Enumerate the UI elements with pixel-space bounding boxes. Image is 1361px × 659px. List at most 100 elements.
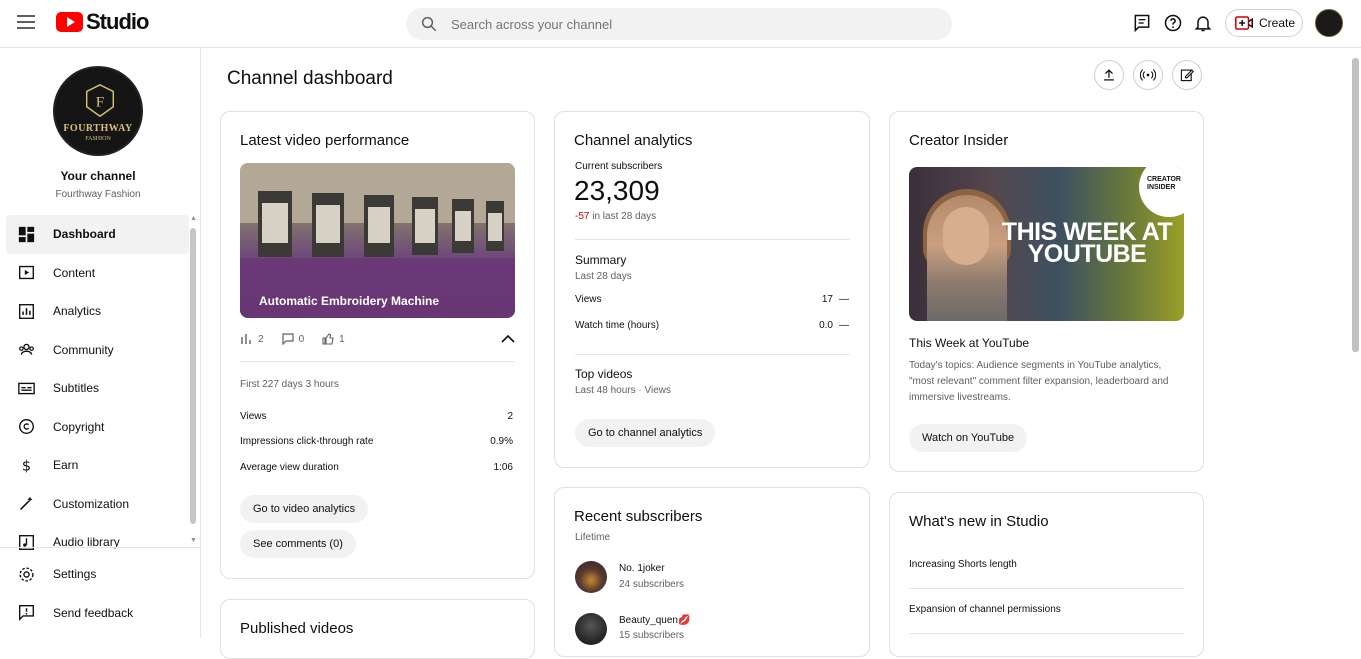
- sidebar-item-label: Dashboard: [53, 227, 116, 242]
- sidebar-item-content[interactable]: Content: [6, 254, 189, 293]
- subscriber-name[interactable]: No. 1joker: [619, 563, 665, 574]
- channel-avatar[interactable]: F FOURTHWAY FASHION: [53, 66, 143, 156]
- sidebar-item-label: Send feedback: [53, 605, 134, 620]
- menu-icon[interactable]: [17, 15, 35, 29]
- creator-insider-badge: CREATOR INSIDER: [1139, 167, 1184, 217]
- channel-crest-icon: F: [85, 84, 115, 118]
- current-subscribers-label: Current subscribers: [575, 161, 663, 172]
- insider-video-title[interactable]: This Week at YouTube: [909, 336, 1029, 350]
- community-icon: [16, 340, 36, 360]
- latest-video-card: Latest video performance Automatic Embro…: [220, 111, 535, 579]
- sidebar-nav: Dashboard Content Analytics Community Su…: [6, 215, 189, 562]
- search-input[interactable]: [451, 16, 921, 32]
- whats-new-item[interactable]: Expansion of channel permissions: [909, 604, 1061, 615]
- sidebar-item-label: Copyright: [53, 419, 105, 434]
- performance-period: First 227 days 3 hours: [240, 379, 339, 390]
- metric-label: Average view duration: [240, 462, 339, 473]
- sidebar-item-subtitles[interactable]: Subtitles: [6, 369, 189, 408]
- sidebar-bottom-nav: Settings Send feedback: [6, 555, 189, 632]
- copyright-icon: [16, 417, 36, 437]
- views-count: 2: [258, 333, 264, 345]
- sidebar-item-dashboard[interactable]: Dashboard: [6, 215, 189, 254]
- studio-logo[interactable]: Studio: [56, 9, 149, 34]
- divider: [240, 361, 515, 362]
- subtitles-icon: [16, 378, 36, 398]
- subscriber-avatar[interactable]: [575, 561, 607, 593]
- whats-new-item[interactable]: Increasing Shorts length: [909, 559, 1017, 570]
- subscriber-count-label: 24 subscribers: [619, 579, 685, 590]
- page-scrollbar[interactable]: [1352, 58, 1359, 352]
- content-icon: [16, 263, 36, 283]
- metric-value: 0.0: [819, 320, 833, 331]
- metric-label: Watch time (hours): [575, 320, 660, 331]
- live-broadcast-icon: [1140, 69, 1156, 81]
- settings-icon: [16, 564, 36, 584]
- sidebar-item-label: Earn: [53, 458, 79, 473]
- sidebar-item-settings[interactable]: Settings: [6, 555, 189, 594]
- edit-icon: [1180, 69, 1194, 82]
- comments-icon[interactable]: [1132, 13, 1152, 33]
- metric-label: Impressions click-through rate: [240, 436, 374, 447]
- badge-text: CREATOR INSIDER: [1147, 176, 1181, 191]
- top-videos-title: Top videos: [575, 367, 633, 381]
- like-icon: [322, 333, 334, 345]
- subscriber-count: 23,309: [574, 175, 660, 206]
- scroll-up-arrow-icon[interactable]: ▲: [190, 215, 197, 222]
- feedback-icon: [16, 603, 36, 623]
- sidebar-scrollbar[interactable]: [190, 228, 196, 524]
- sidebar-item-label: Customization: [53, 496, 130, 511]
- see-comments-button[interactable]: See comments (0): [240, 530, 356, 558]
- channel-logo-subtext: FASHION: [85, 136, 111, 142]
- upload-icon: [1104, 69, 1114, 81]
- account-avatar[interactable]: [1315, 9, 1343, 37]
- video-thumbnail[interactable]: Automatic Embroidery Machine: [240, 163, 515, 318]
- create-video-icon: [1235, 16, 1253, 30]
- metric-value: 2: [507, 411, 513, 422]
- channel-analytics-card: Channel analytics Current subscribers 23…: [554, 111, 870, 468]
- watch-on-youtube-button[interactable]: Watch on YouTube: [909, 424, 1028, 452]
- views-bar-icon: [241, 334, 251, 344]
- metric-trend: —: [839, 294, 849, 305]
- sidebar-item-analytics[interactable]: Analytics: [6, 292, 189, 331]
- go-live-button[interactable]: [1133, 60, 1163, 90]
- youtube-play-icon: [56, 12, 83, 32]
- sidebar-item-earn[interactable]: $ Earn: [6, 446, 189, 485]
- metric-label: Views: [575, 294, 602, 305]
- divider: [909, 633, 1184, 634]
- go-to-channel-analytics-button[interactable]: Go to channel analytics: [575, 419, 716, 447]
- sidebar-item-customization[interactable]: Customization: [6, 485, 189, 524]
- chevron-up-icon[interactable]: [501, 334, 515, 344]
- subscriber-avatar[interactable]: [575, 613, 607, 645]
- creator-insider-thumbnail[interactable]: THIS WEEK AT YOUTUBE CREATOR INSIDER: [909, 167, 1184, 321]
- sidebar-divider: [0, 547, 200, 548]
- create-label: Create: [1259, 16, 1296, 30]
- page-title: Channel dashboard: [227, 68, 393, 89]
- sidebar-item-copyright[interactable]: Copyright: [6, 408, 189, 447]
- video-title-overlay: Automatic Embroidery Machine: [259, 294, 440, 308]
- sidebar-item-label: Community: [53, 342, 114, 357]
- help-icon[interactable]: [1163, 13, 1183, 33]
- subscriber-delta: -57: [575, 211, 590, 222]
- notifications-icon[interactable]: [1193, 13, 1213, 33]
- audio-library-icon: [16, 532, 36, 552]
- sidebar-item-label: Content: [53, 265, 96, 280]
- create-button[interactable]: Create: [1225, 9, 1303, 37]
- upload-button[interactable]: [1094, 60, 1124, 90]
- search-bar[interactable]: [406, 8, 952, 40]
- create-post-button[interactable]: [1172, 60, 1202, 90]
- svg-text:F: F: [96, 94, 104, 111]
- subscriber-delta-suffix: in last 28 days: [589, 211, 657, 222]
- creator-insider-card: Creator Insider THIS WEEK AT YOUTUBE CRE…: [889, 111, 1204, 472]
- sidebar-item-send-feedback[interactable]: Send feedback: [6, 594, 189, 633]
- metric-value: 1:06: [493, 462, 513, 473]
- go-to-video-analytics-button[interactable]: Go to video analytics: [240, 495, 369, 523]
- thumbnail-headline: THIS WEEK AT YOUTUBE: [1001, 218, 1173, 268]
- sidebar-item-label: Analytics: [53, 304, 102, 319]
- scroll-down-arrow-icon[interactable]: ▼: [190, 537, 197, 544]
- sidebar-item-community[interactable]: Community: [6, 331, 189, 370]
- subscriber-name[interactable]: Beauty_quen💋: [619, 615, 690, 626]
- logo-text: Studio: [86, 9, 149, 34]
- summary-period: Last 28 days: [575, 271, 632, 282]
- card-heading: Channel analytics: [574, 132, 693, 149]
- main-content: Channel dashboard Latest video performan…: [201, 48, 1351, 659]
